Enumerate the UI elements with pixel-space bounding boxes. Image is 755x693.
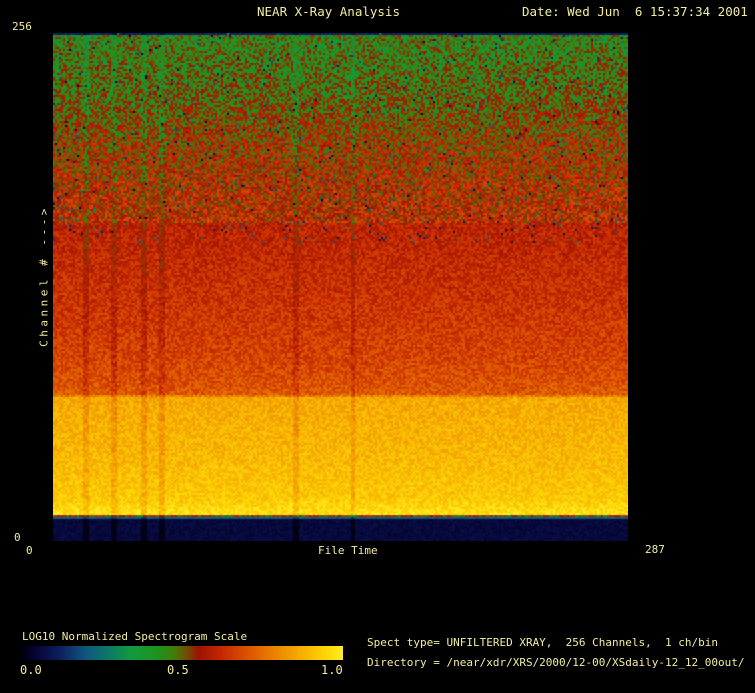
y-axis-label: Channel # ---> xyxy=(37,205,51,347)
x-axis-min-label: 0 xyxy=(26,544,33,557)
directory-line: Directory = /near/xdr/XRS/2000/12-00/XSd… xyxy=(367,656,745,669)
x-axis-label: File Time xyxy=(318,544,378,557)
spect-type-line: Spect type= UNFILTERED XRAY, 256 Channel… xyxy=(367,636,718,649)
colorbar-tick-mid: 0.5 xyxy=(167,663,189,677)
y-axis-max-label: 256 xyxy=(12,20,32,33)
y-axis-min-label: 0 xyxy=(14,531,21,544)
colorbar-tick-min: 0.0 xyxy=(20,663,42,677)
x-axis-max-label: 287 xyxy=(645,543,665,556)
colorbar-title: LOG10 Normalized Spectrogram Scale xyxy=(22,630,248,643)
page-title: NEAR X-Ray Analysis xyxy=(257,4,400,19)
colorbar-tick-max: 1.0 xyxy=(321,663,343,677)
colorbar-gradient xyxy=(22,646,343,660)
near-xray-analysis-window: { "header": { "title": "NEAR X-Ray Analy… xyxy=(0,0,755,693)
date-label: Date: Wed Jun 6 15:37:34 2001 xyxy=(522,4,748,19)
spectrogram-heatmap xyxy=(53,33,628,541)
